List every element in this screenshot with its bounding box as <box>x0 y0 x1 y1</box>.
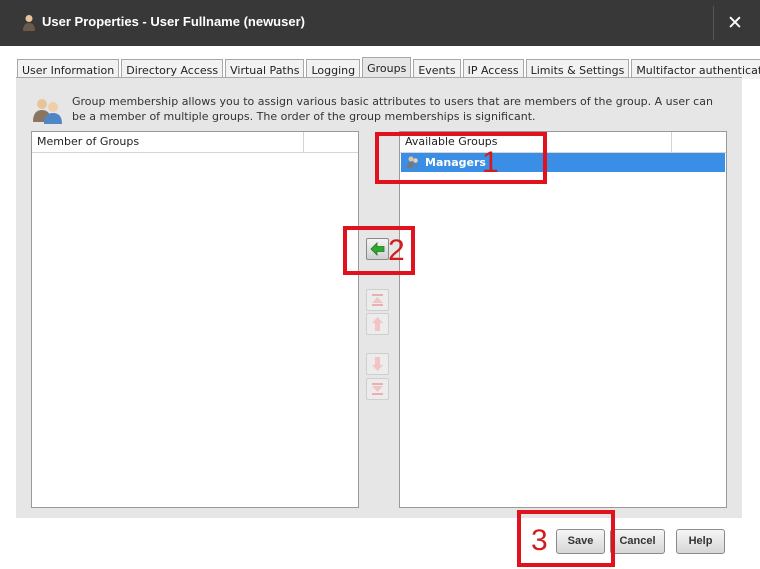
tab-directory-access[interactable]: Directory Access <box>121 59 224 79</box>
cancel-button[interactable]: Cancel <box>610 529 665 554</box>
annotation-box-1 <box>375 132 547 184</box>
available-groups-list[interactable]: Available Groups Managers <box>399 131 727 508</box>
annotation-number-1: 1 <box>482 146 499 179</box>
annotation-number-2: 2 <box>388 234 405 267</box>
move-bottom-button[interactable] <box>366 378 389 400</box>
title-separator <box>713 6 714 40</box>
help-button[interactable]: Help <box>676 529 725 554</box>
tab-events[interactable]: Events <box>413 59 461 79</box>
member-groups-header-label: Member of Groups <box>37 135 140 148</box>
user-icon <box>23 15 35 31</box>
member-groups-list[interactable]: Member of Groups <box>31 131 359 508</box>
move-down-icon <box>372 357 383 371</box>
users-icon <box>33 99 62 124</box>
window-title: User Properties - User Fullname (newuser… <box>42 14 305 29</box>
column-separator <box>671 132 672 152</box>
close-button[interactable]: ✕ <box>722 10 748 36</box>
annotation-number-3: 3 <box>531 524 548 557</box>
tab-logging[interactable]: Logging <box>306 59 361 79</box>
move-down-button[interactable] <box>366 353 389 375</box>
tab-multifactor-authentication[interactable]: Multifactor authentication <box>631 59 760 79</box>
tab-ip-access[interactable]: IP Access <box>462 59 524 79</box>
tab-user-information[interactable]: User Information <box>17 59 120 79</box>
groups-description: Group membership allows you to assign va… <box>72 95 713 123</box>
move-top-button[interactable] <box>366 289 389 311</box>
tab-virtual-paths[interactable]: Virtual Paths <box>225 59 305 79</box>
move-top-icon <box>372 294 383 306</box>
tab-strip: User Information Directory Access Virtual … <box>17 57 760 79</box>
member-groups-header: Member of Groups <box>32 132 358 153</box>
tab-limits-settings[interactable]: Limits & Settings <box>525 59 630 79</box>
move-up-icon <box>372 317 383 331</box>
column-separator <box>303 132 304 152</box>
move-bottom-icon <box>372 383 383 395</box>
move-up-button[interactable] <box>366 313 389 335</box>
title-bar: User Properties - User Fullname (newuser… <box>0 0 760 46</box>
tab-groups[interactable]: Groups <box>362 57 412 79</box>
